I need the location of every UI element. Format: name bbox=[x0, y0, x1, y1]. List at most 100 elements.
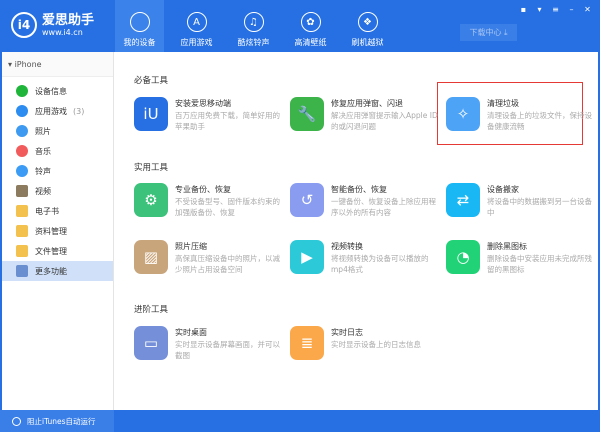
book-icon bbox=[16, 205, 28, 217]
gears-backup-icon: ⚙ bbox=[134, 183, 168, 217]
sidebar-item[interactable]: 设备信息 bbox=[2, 81, 113, 101]
apple-icon bbox=[129, 12, 150, 32]
main-panel: 必备工具 iU 安装爱思移动端百万应用免费下载，简单好用的苹果助手 🔧 修复应用弹窗、闪… bbox=[115, 52, 600, 410]
download-center-button[interactable]: 下载中心 ⤓ bbox=[460, 24, 517, 41]
broom-icon: ✧ bbox=[446, 97, 480, 131]
sidebar-item[interactable]: 应用游戏 (3) bbox=[2, 101, 113, 121]
sidebar-item[interactable]: 视频 bbox=[2, 181, 113, 201]
sidebar-item[interactable]: 铃声 bbox=[2, 161, 113, 181]
sidebar-item-label: 铃声 bbox=[35, 166, 51, 176]
video-icon bbox=[16, 185, 28, 197]
nav-tab-label: 高清壁纸 bbox=[294, 38, 327, 47]
sidebar-item[interactable]: 资料管理 bbox=[2, 221, 113, 241]
tool-tile[interactable]: iU 安装爱思移动端百万应用免费下载，简单好用的苹果助手 bbox=[134, 97, 284, 137]
window-controls: ▪ ▾ ≡ – ✕ bbox=[517, 3, 594, 16]
tool-tile[interactable]: ↺ 智能备份、恢复一键备份、恢复设备上除应用程序以外的所有内容 bbox=[290, 183, 440, 223]
play-icon: ▶ bbox=[290, 240, 324, 274]
tool-tile[interactable]: 🔧 修复应用弹窗、闪退解决应用弹窗提示输入Apple ID的或闪退问题 bbox=[290, 97, 440, 137]
tool-desc: 解决应用弹窗提示输入Apple ID的或闪退问题 bbox=[331, 111, 438, 131]
i4-icon: iU bbox=[134, 97, 168, 131]
header: i4 爱思助手 www.i4.cn 我的设备 A 应用游戏 ♫ 酷炫铃声 ✿ 高清壁纸 ❖ 刷机越… bbox=[0, 0, 600, 52]
nav-tab[interactable]: 我的设备 bbox=[115, 0, 164, 52]
tool-desc: 删除设备中安装应用未完成所残留的黑图标 bbox=[487, 254, 592, 274]
bell-icon bbox=[16, 165, 28, 177]
radio-icon bbox=[12, 416, 21, 426]
sidebar-item-label: 设备信息 bbox=[35, 86, 67, 96]
file-icon bbox=[16, 245, 28, 257]
dropbox-icon: ❖ bbox=[357, 12, 378, 32]
app-name: 爱思助手 bbox=[42, 12, 95, 28]
document-icon: ≣ bbox=[290, 326, 324, 360]
tool-tile[interactable]: ≣ 实时日志实时显示设备上的日志信息 bbox=[290, 326, 440, 366]
sidebar-item-label: 视频 bbox=[35, 186, 51, 196]
section-title: 进阶工具 bbox=[134, 305, 169, 315]
section-title: 实用工具 bbox=[134, 163, 169, 173]
tool-desc: 实时显示设备上的日志信息 bbox=[331, 340, 421, 349]
nav-tab-label: 酷炫铃声 bbox=[237, 38, 270, 47]
tool-desc: 清理设备上的垃圾文件，保持设备健康流畅 bbox=[487, 111, 592, 131]
app-store-icon: A bbox=[186, 12, 207, 32]
nav-tab[interactable]: ❖ 刷机越狱 bbox=[343, 0, 392, 52]
migrate-icon: ⇄ bbox=[446, 183, 480, 217]
contacts-icon bbox=[16, 225, 28, 237]
minimize-icon[interactable]: – bbox=[565, 3, 578, 16]
music-icon bbox=[16, 145, 28, 157]
info-icon bbox=[16, 85, 28, 97]
sidebar: ▾ iPhone 设备信息应用游戏 (3) 照片音乐铃声视频电子书资料管理文件管理更… bbox=[0, 52, 114, 410]
sidebar-item[interactable]: 文件管理 bbox=[2, 241, 113, 261]
device-header[interactable]: ▾ iPhone bbox=[2, 52, 113, 77]
tool-name: 安装爱思移动端 bbox=[175, 99, 231, 108]
sidebar-item-label: 照片 bbox=[35, 126, 51, 136]
tool-tile[interactable]: ✧ 清理垃圾清理设备上的垃圾文件，保持设备健康流畅 bbox=[446, 97, 596, 137]
app-url: www.i4.cn bbox=[42, 27, 83, 37]
tool-name: 实时桌面 bbox=[175, 328, 207, 337]
sidebar-item-label: 资料管理 bbox=[35, 226, 67, 236]
sidebar-item[interactable]: 照片 bbox=[2, 121, 113, 141]
sidebar-item[interactable]: 音乐 bbox=[2, 141, 113, 161]
tool-name: 清理垃圾 bbox=[487, 99, 519, 108]
sidebar-item-label: 更多功能 bbox=[35, 266, 67, 276]
tool-name: 视频转换 bbox=[331, 242, 363, 251]
tool-desc: 不受设备型号、固件版本约束的加强版备份、恢复 bbox=[175, 197, 280, 217]
menu-icon[interactable]: ≡ bbox=[549, 3, 562, 16]
tool-name: 照片压缩 bbox=[175, 242, 207, 251]
tool-desc: 一键备份、恢复设备上除应用程序以外的所有内容 bbox=[331, 197, 436, 217]
sidebar-item[interactable]: 电子书 bbox=[2, 201, 113, 221]
flower-icon: ✿ bbox=[300, 12, 321, 32]
sidebar-item-label: 音乐 bbox=[35, 146, 51, 156]
nav-tab[interactable]: A 应用游戏 bbox=[172, 0, 221, 52]
sidebar-item-label: 文件管理 bbox=[35, 246, 67, 256]
more-icon bbox=[16, 265, 28, 277]
tool-name: 修复应用弹窗、闪退 bbox=[331, 99, 403, 108]
nav-tab-label: 我的设备 bbox=[123, 38, 156, 47]
tool-name: 实时日志 bbox=[331, 328, 363, 337]
tool-desc: 将视频转换为设备可以播放的mp4格式 bbox=[331, 254, 429, 274]
monitor-icon: ▭ bbox=[134, 326, 168, 360]
clock-restore-icon: ↺ bbox=[290, 183, 324, 217]
tool-name: 设备搬家 bbox=[487, 185, 519, 194]
tool-name: 智能备份、恢复 bbox=[331, 185, 387, 194]
feedback-icon[interactable]: ▪ bbox=[517, 3, 530, 16]
tool-tile[interactable]: ⇄ 设备搬家将设备中的数据搬到另一台设备中 bbox=[446, 183, 596, 223]
itunes-toggle[interactable]: 阻止iTunes自动运行 bbox=[0, 410, 114, 432]
tool-tile[interactable]: ◔ 删除黑图标 删除设备中安装应用未完成所残留的黑图标 bbox=[446, 240, 596, 280]
photo-icon bbox=[16, 125, 28, 137]
i4-logo-icon: i4 bbox=[11, 12, 37, 38]
tool-tile[interactable]: ▨ 照片压缩 高保真压缩设备中的照片，以减少照片占用设备空间 bbox=[134, 240, 284, 280]
count-badge: (3) bbox=[73, 106, 85, 116]
tool-desc: 高保真压缩设备中的照片，以减少照片占用设备空间 bbox=[175, 254, 280, 274]
nav-tab[interactable]: ✿ 高清壁纸 bbox=[286, 0, 335, 52]
tool-tile[interactable]: ⚙ 专业备份、恢复不受设备型号、固件版本约束的加强版备份、恢复 bbox=[134, 183, 284, 223]
tool-desc: 百万应用免费下载，简单好用的苹果助手 bbox=[175, 111, 280, 131]
tool-desc: 将设备中的数据搬到另一台设备中 bbox=[487, 197, 592, 217]
sidebar-item[interactable]: 更多功能 bbox=[2, 261, 113, 281]
tool-tile[interactable]: ▶ 视频转换将视频转换为设备可以播放的mp4格式 bbox=[290, 240, 440, 280]
tool-name: 专业备份、恢复 bbox=[175, 185, 231, 194]
app-store-icon bbox=[16, 105, 28, 117]
wrench-icon: 🔧 bbox=[290, 97, 324, 131]
tool-tile[interactable]: ▭ 实时桌面 实时显示设备屏幕画面，并可以截图 bbox=[134, 326, 284, 366]
skin-icon[interactable]: ▾ bbox=[533, 3, 546, 16]
section-title: 必备工具 bbox=[134, 76, 169, 86]
nav-tab[interactable]: ♫ 酷炫铃声 bbox=[229, 0, 278, 52]
close-icon[interactable]: ✕ bbox=[581, 3, 594, 16]
